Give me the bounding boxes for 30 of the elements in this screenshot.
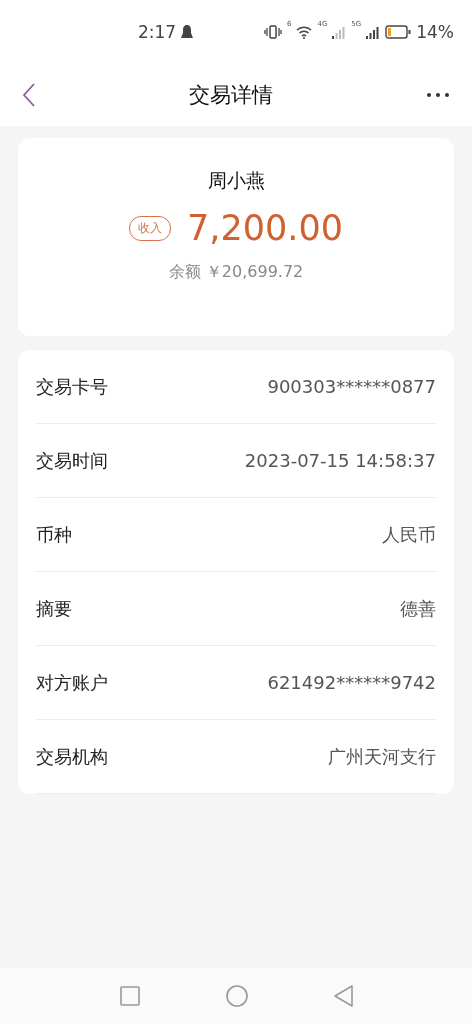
income-tag: 收入 — [129, 215, 172, 241]
detail-value: 2023-07-15 14:58:37 — [244, 450, 436, 471]
detail-label: 交易卡号 — [36, 374, 108, 399]
back-icon — [22, 82, 36, 108]
battery-percentage: 14% — [416, 22, 454, 42]
page-title: 交易详情 — [189, 82, 273, 109]
amount-text: 7,200.00 — [187, 208, 343, 248]
more-icon — [426, 92, 450, 98]
detail-value: 621492******9742 — [267, 672, 436, 693]
square-icon — [119, 986, 140, 1006]
battery-icon — [385, 25, 412, 39]
triangle-icon — [333, 985, 353, 1007]
detail-label: 摘要 — [36, 596, 72, 621]
detail-value: 人民币 — [382, 522, 436, 547]
detail-label: 交易时间 — [36, 448, 108, 473]
vibrate-icon — [263, 25, 282, 39]
detail-label: 币种 — [36, 522, 72, 547]
payer-name: 周小燕 — [207, 168, 265, 193]
detail-value: 900303******0877 — [267, 376, 436, 397]
detail-value: 德善 — [400, 596, 436, 621]
signal-icon — [366, 25, 381, 39]
signal-icon — [332, 25, 347, 39]
detail-label: 对方账户 — [36, 670, 108, 695]
circle-icon — [225, 985, 248, 1007]
status-time: 2:17 — [138, 22, 177, 42]
notification-icon — [181, 24, 194, 40]
detail-value: 广州天河支行 — [328, 744, 436, 769]
detail-label: 交易机构 — [36, 744, 108, 769]
balance-text: 余额 ￥20,699.72 — [168, 262, 304, 283]
wifi-icon — [296, 25, 313, 39]
